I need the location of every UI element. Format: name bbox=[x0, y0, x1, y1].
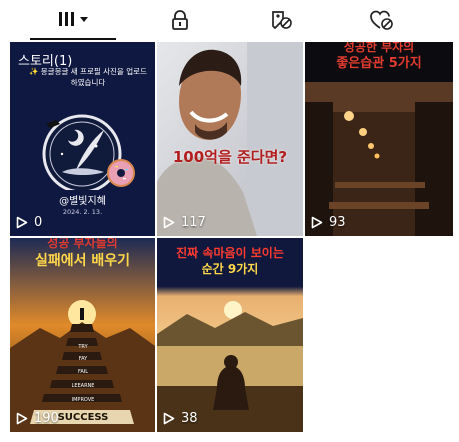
stair-label: IMPROVE bbox=[71, 397, 95, 403]
stair-label: LEEARNE bbox=[71, 383, 95, 389]
play-icon bbox=[16, 412, 28, 425]
tab-private[interactable] bbox=[160, 0, 200, 40]
post-handle: @별빛지혜 bbox=[59, 196, 106, 207]
view-count: 38 bbox=[163, 411, 198, 426]
grid-icon bbox=[59, 12, 88, 26]
tab-grid[interactable] bbox=[30, 0, 116, 40]
lock-icon bbox=[172, 10, 188, 30]
post-title: 순간 9가지 bbox=[201, 262, 259, 276]
view-count-value: 0 bbox=[34, 215, 43, 230]
tab-liked[interactable] bbox=[362, 0, 402, 40]
tag-slash-icon bbox=[272, 11, 292, 30]
play-icon bbox=[163, 216, 175, 229]
post-tile-1[interactable]: 스토리(1) ✨ 몽글몽글 새 프로필 사진을 업로드하였습니다 @별빛지혜 2… bbox=[10, 42, 155, 236]
post-title: 좋은습관 5가지 bbox=[336, 56, 422, 71]
post-title: 실패에서 배우기 bbox=[34, 253, 131, 269]
tab-tagged[interactable] bbox=[262, 0, 302, 40]
view-count: 190 bbox=[16, 411, 59, 426]
profile-feed: 스토리(1) ✨ 몽글몽글 새 프로필 사진을 업로드하였습니다 @별빛지혜 2… bbox=[0, 0, 459, 442]
profile-tab-bar bbox=[0, 0, 459, 40]
play-icon bbox=[163, 412, 175, 425]
post-tile-2[interactable]: 100억을 준다면? 117 bbox=[157, 42, 303, 236]
restaurant-interior-image bbox=[305, 42, 453, 236]
stair-label: FAY bbox=[78, 356, 88, 362]
view-count-value: 93 bbox=[329, 215, 346, 230]
post-tile-4[interactable]: 성공 부자들의 실패에서 배우기 TRY FAY FAIL LEEARNE IM… bbox=[10, 238, 155, 432]
view-count: 0 bbox=[16, 215, 42, 230]
view-count-value: 117 bbox=[181, 215, 206, 230]
posts-grid: 스토리(1) ✨ 몽글몽글 새 프로필 사진을 업로드하였습니다 @별빛지혜 2… bbox=[10, 42, 453, 432]
stair-label: TRY bbox=[78, 344, 88, 350]
view-count: 93 bbox=[311, 215, 346, 230]
donut-image bbox=[107, 159, 135, 187]
stair-label: FAIL bbox=[77, 369, 89, 375]
view-count: 117 bbox=[163, 215, 206, 230]
story-subtitle: ✨ 몽글몽글 새 프로필 사진을 업로드하였습니다 bbox=[29, 67, 147, 87]
play-icon bbox=[311, 216, 323, 229]
play-icon bbox=[16, 216, 28, 229]
heart-slash-icon bbox=[370, 10, 393, 30]
post-headline: 100억을 준다면? bbox=[172, 148, 288, 166]
view-count-value: 190 bbox=[34, 411, 59, 426]
view-count-value: 38 bbox=[181, 411, 198, 426]
post-title-top: 진짜 속마음이 보이는 bbox=[176, 246, 284, 260]
post-tile-3[interactable]: 성공한 부자의 좋은습관 5가지 93 bbox=[305, 42, 453, 236]
smiling-man-image bbox=[157, 42, 303, 236]
post-tile-5[interactable]: 진짜 속마음이 보이는 순간 9가지 38 bbox=[157, 238, 303, 432]
